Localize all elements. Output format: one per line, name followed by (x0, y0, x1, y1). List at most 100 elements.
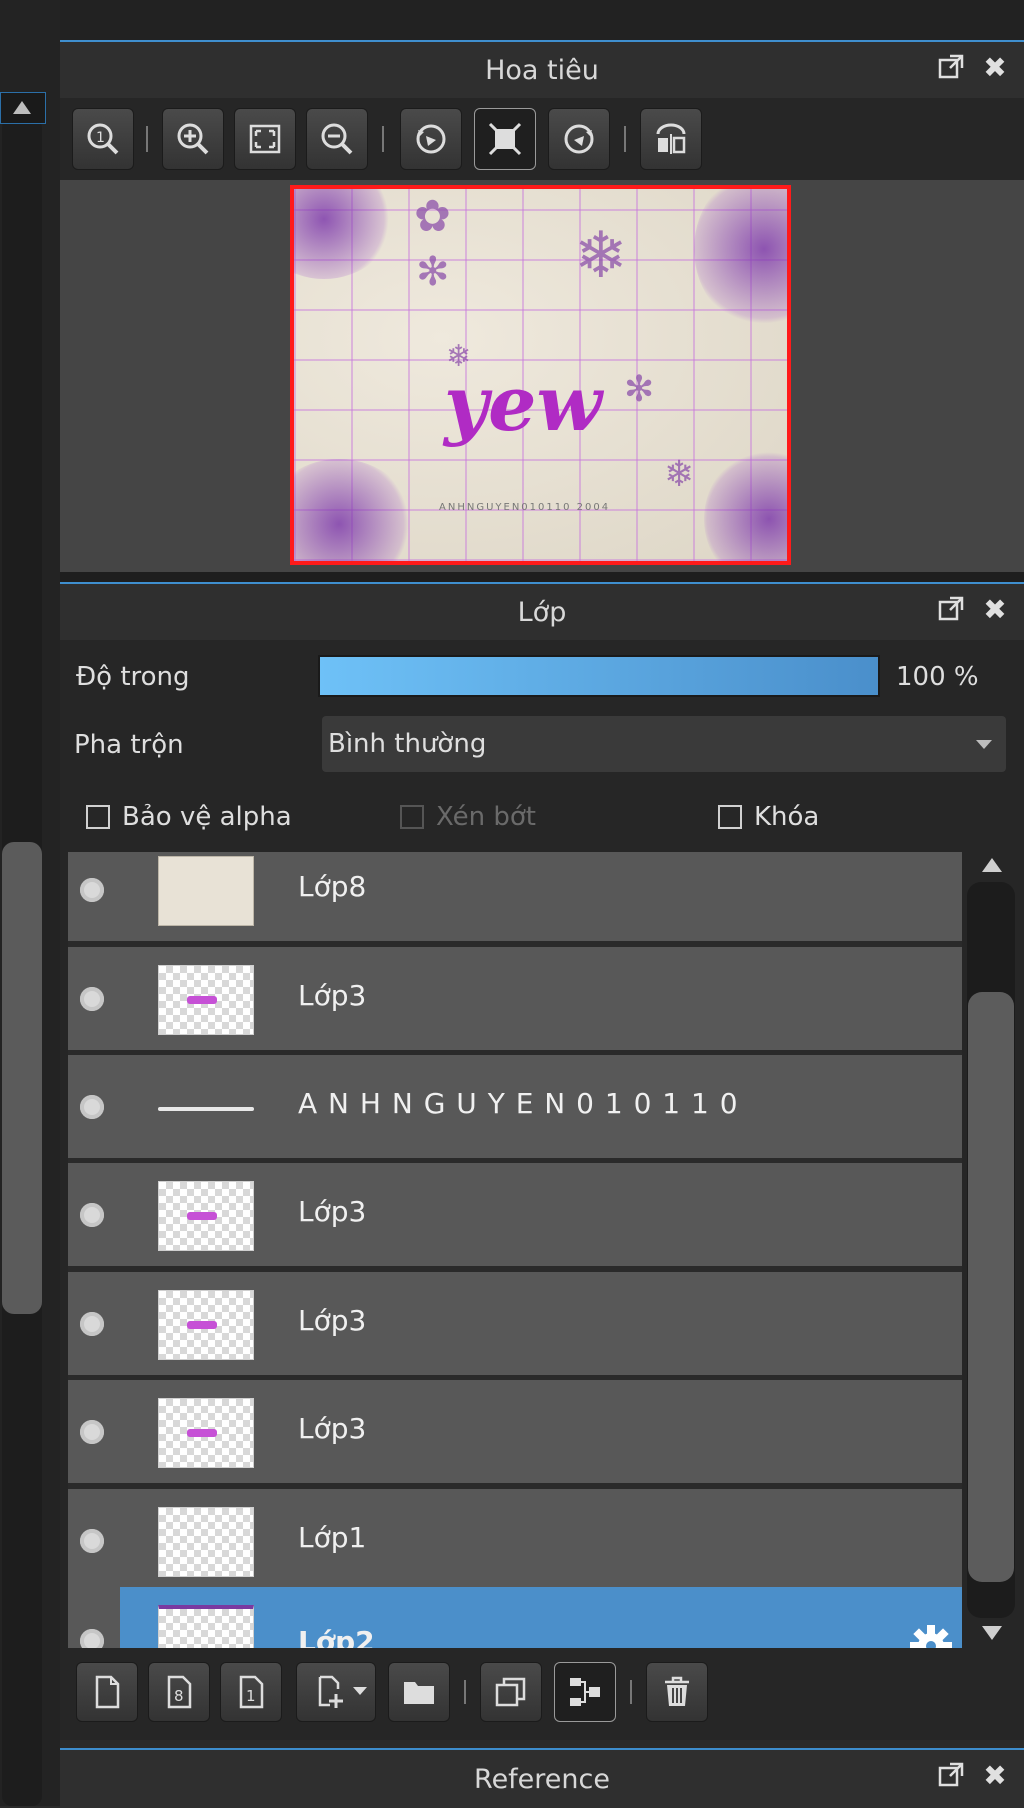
new-8bit-layer-button[interactable]: 8 (148, 1662, 210, 1722)
snowflake-icon: ✻ (624, 369, 655, 410)
layer-list[interactable]: Lớp8 Lớp3 A N H N G U Y E N 0 1 0 1 1 0 … (68, 852, 962, 1648)
layer-row[interactable]: Lớp3 (68, 1272, 962, 1378)
visibility-toggle[interactable] (80, 1312, 104, 1336)
popout-icon (938, 1762, 964, 1787)
blend-mode-dropdown[interactable]: Bình thường (322, 716, 1006, 772)
layer-toolbar: 8 1 (68, 1650, 1018, 1732)
layer-row[interactable]: Lớp3 (68, 1380, 962, 1486)
layer-row[interactable]: A N H N G U Y E N 0 1 0 1 1 0 (68, 1055, 962, 1161)
zoom-in-button[interactable] (162, 108, 224, 170)
visibility-toggle[interactable] (80, 878, 104, 902)
dropdown-arrow-icon (976, 740, 992, 749)
corner-decoration (694, 189, 787, 329)
opacity-slider[interactable] (318, 655, 880, 697)
opacity-slider-fill (320, 657, 878, 695)
duplicate-icon (495, 1677, 526, 1707)
rotate-left-button[interactable] (400, 108, 462, 170)
undock-navigator-button[interactable] (936, 52, 966, 82)
left-scroll-up-button[interactable] (0, 92, 46, 124)
layer-thumbnail (158, 965, 254, 1035)
clipping-checkbox: Xén bớt (400, 802, 536, 832)
layer-row[interactable]: Lớp1 (68, 1489, 962, 1595)
close-icon: ✖ (983, 50, 1007, 84)
merge-icon (570, 1678, 600, 1706)
visibility-toggle[interactable] (80, 1095, 104, 1119)
toolbar-separator (146, 126, 148, 152)
reset-view-icon (488, 122, 522, 156)
visibility-toggle[interactable] (80, 1420, 104, 1444)
fit-to-window-button[interactable] (234, 108, 296, 170)
duplicate-layer-button[interactable] (480, 1662, 542, 1722)
svg-text:1: 1 (246, 1687, 256, 1705)
layer-name: Lớp3 (298, 1195, 367, 1228)
zoom-actual-size-button[interactable]: 1 (72, 108, 134, 170)
checkbox-box (86, 805, 110, 829)
new-folder-button[interactable] (388, 1662, 450, 1722)
close-icon: ✖ (983, 1758, 1007, 1792)
visibility-toggle[interactable] (80, 1629, 104, 1648)
layer-thumbnail (158, 1398, 254, 1468)
new-layer-button[interactable] (76, 1662, 138, 1722)
toolbar-separator (630, 1680, 632, 1704)
trash-icon (665, 1676, 689, 1706)
layer-row[interactable]: Lớp3 (68, 947, 962, 1053)
zoom-out-icon (321, 123, 353, 155)
undock-layers-button[interactable] (936, 594, 966, 624)
flower-icon: ✿ (414, 191, 451, 242)
gear-icon[interactable] (908, 1623, 954, 1648)
canvas-artwork-text: yew (444, 359, 602, 448)
visibility-toggle[interactable] (80, 1529, 104, 1553)
layer-thumbnail (158, 856, 254, 926)
svg-text:8: 8 (174, 1687, 184, 1705)
layer-1bit-icon: 1 (239, 1675, 264, 1709)
visibility-toggle[interactable] (80, 987, 104, 1011)
scroll-up-icon[interactable] (982, 858, 1002, 872)
new-page-icon (95, 1675, 120, 1709)
canvas-small-text: ANHNGUYEN010110 2004 (439, 502, 611, 513)
reference-title: Reference (474, 1763, 610, 1795)
zoom-out-button[interactable] (306, 108, 368, 170)
scroll-down-icon[interactable] (982, 1626, 1002, 1640)
svg-text:1: 1 (96, 130, 105, 146)
navigator-canvas-thumbnail[interactable]: ❄ ✻ ✻ ❄ ❄ ✿ yew ANHNGUYEN010110 2004 (290, 185, 791, 565)
checkbox-box (400, 805, 424, 829)
flip-horizontal-button[interactable] (640, 108, 702, 170)
fit-screen-icon (249, 124, 281, 154)
delete-layer-button[interactable] (646, 1662, 708, 1722)
undock-reference-button[interactable] (936, 1760, 966, 1790)
add-layer-dropdown-button[interactable] (296, 1662, 376, 1722)
layer-thumbnail (158, 1507, 254, 1577)
layer-row[interactable]: Lớp3 (68, 1163, 962, 1269)
layer-name: Lớp1 (298, 1521, 367, 1554)
checkbox-box (718, 805, 742, 829)
left-scrollbar-thumb[interactable] (2, 842, 42, 1314)
layer-thumbnail (158, 1073, 254, 1143)
arrow-up-icon (13, 101, 31, 114)
layer-8bit-icon: 8 (167, 1675, 192, 1709)
toolbar-separator (382, 126, 384, 152)
popout-icon (938, 596, 964, 621)
clipping-label: Xén bớt (436, 802, 536, 832)
corner-decoration (294, 459, 414, 561)
protect-alpha-checkbox[interactable]: Bảo vệ alpha (86, 802, 292, 832)
close-icon: ✖ (983, 592, 1007, 626)
close-layers-button[interactable]: ✖ (980, 592, 1010, 626)
visibility-toggle[interactable] (80, 1203, 104, 1227)
layer-row-selected[interactable]: Lớp2 (68, 1587, 962, 1648)
rotate-left-icon (416, 124, 446, 154)
layer-row[interactable]: Lớp8 (68, 852, 962, 944)
new-1bit-layer-button[interactable]: 1 (220, 1662, 282, 1722)
layer-list-scrollbar-thumb[interactable] (968, 992, 1014, 1582)
merge-down-button[interactable] (554, 1662, 616, 1722)
layers-title: Lớp (517, 596, 567, 628)
rotate-right-button[interactable] (548, 108, 610, 170)
reset-view-button[interactable] (474, 108, 536, 170)
layers-header: Lớp ✖ (60, 582, 1024, 640)
close-reference-button[interactable]: ✖ (980, 1758, 1010, 1792)
reference-header: Reference ✖ (60, 1748, 1024, 1808)
lock-checkbox[interactable]: Khóa (718, 802, 819, 832)
close-navigator-button[interactable]: ✖ (980, 50, 1010, 84)
snowflake-icon: ❄ (664, 454, 695, 495)
snowflake-icon: ✻ (416, 249, 450, 295)
layer-name: Lớp8 (298, 870, 367, 903)
